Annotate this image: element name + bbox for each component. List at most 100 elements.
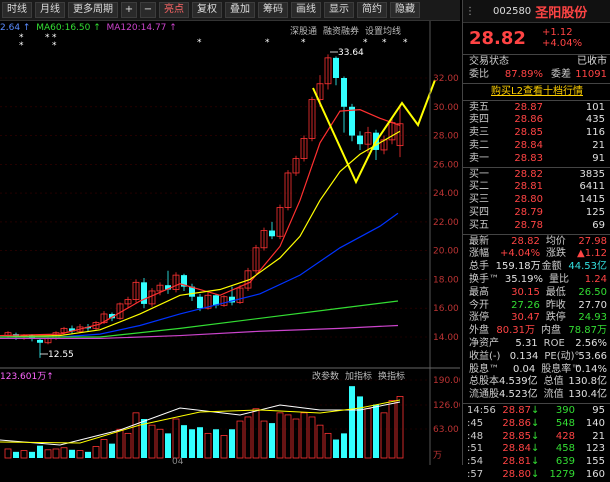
- stat-row: 总手 159.18万 金额 44.53亿: [469, 261, 607, 273]
- tick-row: :48 28.85 ↓ 428 21: [467, 430, 605, 442]
- volume-bar: [69, 449, 75, 458]
- stat-row: 总股本 4.539亿 总值 130.8亿: [469, 376, 607, 388]
- stock-name: 圣阳股份: [535, 5, 588, 21]
- volume-bar: [181, 425, 187, 458]
- volume-axis: 190.00 126.00 63.00 万: [433, 376, 460, 461]
- tick-row: :57 28.80 ↓ 1279 160: [467, 468, 605, 480]
- volume-bar: [85, 451, 91, 458]
- volume-bar: [316, 424, 324, 459]
- volume-bar: [284, 414, 292, 459]
- volume-bar: [13, 451, 19, 458]
- vol-switch-indicator[interactable]: 换指标: [378, 369, 405, 382]
- low-price-label: 12.55: [48, 350, 74, 360]
- price-box: 28.82 +1.12 +4.04%: [463, 23, 610, 53]
- tick-row: :45 28.86 ↓ 548 140: [467, 417, 605, 429]
- volume-bar: [333, 439, 339, 458]
- volume-bar: [148, 424, 156, 459]
- volume-tick: 63.00: [433, 425, 459, 435]
- annotation-zigzag: [312, 79, 436, 185]
- candle-body: [349, 106, 355, 136]
- sell-level-row: 卖五 28.87 101: [469, 101, 605, 113]
- volume-bar: [292, 418, 300, 459]
- volume-bar: [60, 447, 68, 459]
- price-tick: 26.00: [433, 160, 459, 170]
- volume-bar: [124, 432, 132, 459]
- stat-row: 换手™ 35.19% 量比 1.24: [469, 273, 607, 285]
- tick-list[interactable]: 14:56 28.87 ↓ 390 95:45 28.86 ↓ 548 140:48 28.85 ↓…: [463, 405, 610, 482]
- candles: [4, 54, 404, 358]
- vol-add-indicator[interactable]: 加指标: [345, 369, 372, 382]
- volume-bar: [165, 433, 171, 458]
- sell-level-row: 卖三 28.85 116: [469, 127, 605, 139]
- volume-bar: [189, 429, 195, 458]
- price-axis: 32.00 30.00 28.00 26.00 24.00 22.00 20.00 18.00…: [433, 74, 459, 343]
- volume-bar: [220, 435, 228, 459]
- price-tick: 16.00: [433, 304, 459, 314]
- volume-bar: [213, 429, 219, 458]
- volume-bar: [229, 429, 235, 458]
- volume-bar: [116, 428, 124, 459]
- drawn-zigzag-line: [312, 79, 436, 185]
- stat-row: 涨停 30.47 跌停 24.93: [469, 312, 607, 324]
- stat-row: 外盘 80.31万 内盘 78.87万: [469, 325, 607, 337]
- volume-bar: [156, 428, 164, 459]
- volume-bar: [236, 420, 244, 459]
- price-tick: 32.00: [433, 74, 459, 84]
- volume-bar: [380, 412, 388, 459]
- order-ratio-row: 委比 87.89% 委差 11091: [469, 68, 607, 80]
- tick-row: :54 28.81 ↓ 639 155: [467, 456, 605, 468]
- price-tick: 28.00: [433, 132, 459, 142]
- event-star: *: [197, 38, 202, 48]
- price-tick: 20.00: [433, 247, 459, 257]
- candle-body: [341, 78, 347, 107]
- volume-bar: [244, 416, 252, 459]
- volume-bar: [52, 448, 60, 459]
- buy-level-row: 买五 28.78 69: [469, 219, 605, 231]
- volume-bar: [252, 408, 260, 459]
- volume-bar: [132, 412, 140, 459]
- candle-body: [269, 230, 275, 237]
- price-tick: 18.00: [433, 275, 459, 285]
- high-price-label: 33.64: [338, 48, 364, 58]
- menu-icon[interactable]: ⋮: [465, 6, 475, 17]
- candle-body: [357, 135, 363, 145]
- stat-row: 收益(-) 0.134 PE(动)° 53.66: [469, 350, 607, 362]
- volume-bar: [341, 433, 347, 458]
- stat-row: 今开 27.26 昨收 27.70: [469, 299, 607, 311]
- trade-status-row: 交易状态 已收市: [469, 56, 607, 67]
- volume-bar: [172, 418, 180, 459]
- buy-level-row: 买四 28.79 125: [469, 206, 605, 218]
- sell-level-row: 卖一 28.83 91: [469, 152, 605, 164]
- volume-bar: [260, 420, 268, 459]
- price-change-pct: +4.04%: [541, 38, 583, 49]
- l2-purchase-link[interactable]: 购买L2查看十档行情: [463, 85, 610, 99]
- vol-edit-params[interactable]: 改参数: [312, 369, 339, 382]
- price-change: +1.12: [541, 27, 573, 38]
- stat-row: 流通股 4.523亿 流值 130.4亿: [469, 389, 607, 401]
- volume-bar: [373, 404, 379, 458]
- event-star: *: [382, 38, 387, 48]
- volume-tick: 126.00: [433, 401, 460, 411]
- event-star: *: [52, 41, 57, 51]
- candle-body: [37, 339, 43, 343]
- stat-row: 涨幅 +4.04% 涨跌 ▲1.12: [469, 248, 607, 260]
- volume-bar: [20, 450, 28, 459]
- date-label: 04: [172, 457, 184, 465]
- sell-level-row: 卖四 28.86 435: [469, 114, 605, 126]
- volume-bar: [37, 445, 43, 458]
- volume-bar: [364, 408, 372, 459]
- buy-level-row: 买三 28.80 1415: [469, 194, 605, 206]
- volume-bars: [4, 386, 404, 459]
- event-star: *: [301, 38, 306, 48]
- volume-tick: 万: [433, 451, 442, 461]
- candle-body: [197, 296, 203, 309]
- sell-orders: 卖五 28.87 101 卖四 28.86 435 卖三 28.85 116 卖二 28.84 21 卖…: [463, 102, 610, 166]
- volume-bar: [269, 423, 275, 458]
- volume-bar: [29, 451, 35, 458]
- event-star: *: [363, 38, 368, 48]
- kline-chart[interactable]: * * * * * * * * ** * 32.0030.0028.0026.0024.0022.…: [0, 0, 460, 465]
- stat-row: 净资产 5.31 ROE 2.56%: [469, 337, 607, 349]
- volume-bar: [357, 396, 363, 458]
- stock-code: 002580: [493, 5, 532, 17]
- volume-bar: [324, 432, 332, 459]
